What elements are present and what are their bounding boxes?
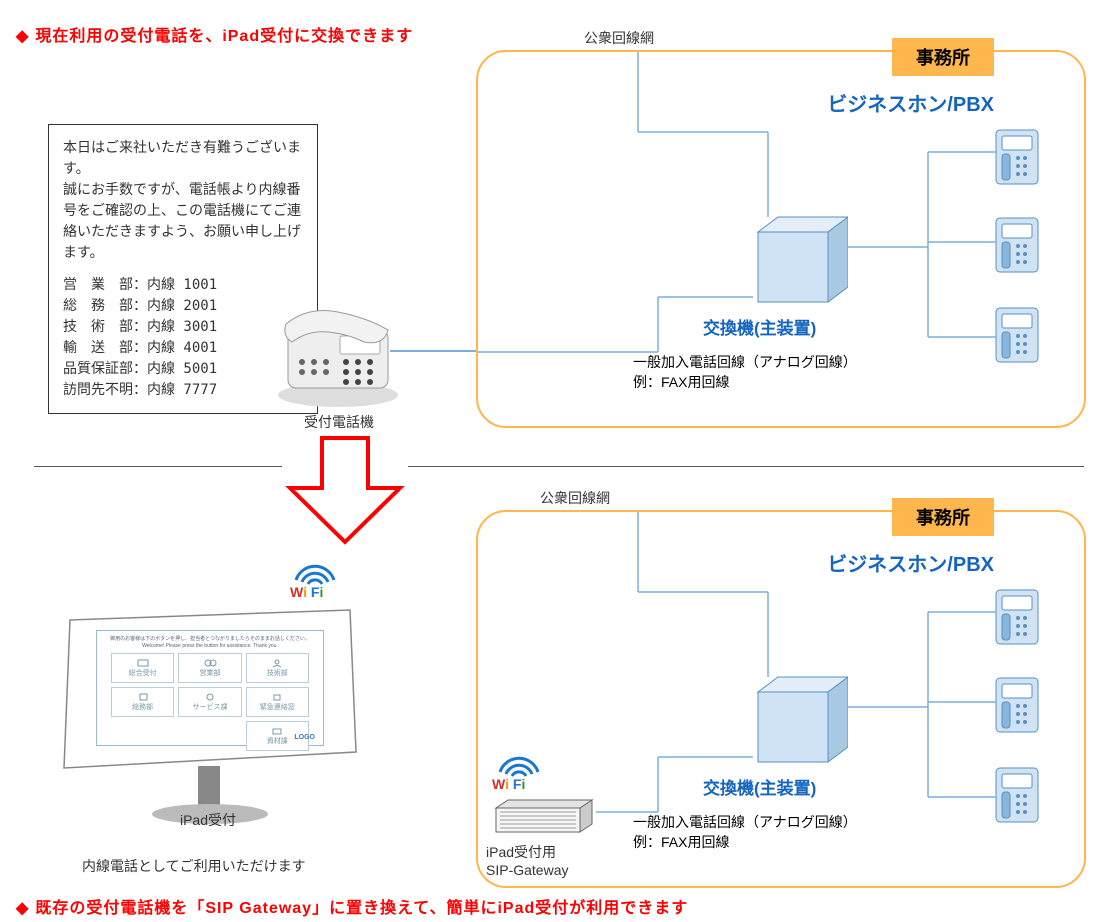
public-line-label-bottom: 公衆回線網: [540, 488, 610, 508]
office-box-bottom: 事務所 ビジネスホン/PBX 交換機(主装置) Wi Fi: [476, 510, 1086, 888]
ipad-btn: 営業部: [178, 653, 241, 683]
ext-row: 技 術 部：内線 3001: [63, 317, 303, 338]
ipad-header-en: Welcome! Please press the button for ass…: [97, 643, 323, 649]
ipad-btn: 総務部: [111, 687, 174, 717]
phone-icon-3: [992, 764, 1042, 824]
ipad-btn: 緊急連絡窓: [246, 687, 309, 717]
analog-line-note-top: 一般加入電話回線（アナログ回線） 例：FAX用回線: [633, 352, 857, 392]
divider-left: [34, 466, 282, 467]
diamond-icon: ◆: [16, 28, 29, 45]
ext-row: 営 業 部：内線 1001: [63, 275, 303, 296]
ipad-screen: 御用のお客様は下のボタンを押し、担当者とつながりましたらそのままお話しください。…: [96, 630, 324, 746]
office-tag: 事務所: [892, 38, 994, 76]
wifi-label-ipad: Wi Fi: [290, 584, 323, 600]
ipad-btn: 総合受付: [111, 653, 174, 683]
reception-phone-icon: [268, 300, 408, 410]
ipad-header-jp: 御用のお客様は下のボタンを押し、担当者とつながりましたらそのままお話しください。: [101, 635, 319, 642]
exchange-label-bottom: 交換機(主装置): [703, 774, 816, 799]
phone-icon-3: [992, 304, 1042, 364]
pbx-icon: [748, 212, 838, 292]
ipad-btn: サービス課: [178, 687, 241, 717]
pbx-icon: [748, 672, 838, 752]
divider-right: [408, 466, 1084, 467]
headline-top-text: 現在利用の受付電話を、iPad受付に交換できます: [35, 28, 413, 45]
reception-phone-label: 受付電話機: [304, 412, 374, 432]
ext-row: 総 務 部：内線 2001: [63, 296, 303, 317]
analog-line-note-bottom: 一般加入電話回線（アナログ回線） 例：FAX用回線: [633, 812, 857, 852]
public-line-label-top: 公衆回線網: [584, 28, 654, 48]
headline-bottom-text: 既存の受付電話機を「SIP Gateway」に置き換えて、簡単にiPad受付が利…: [35, 900, 688, 917]
ipad-btn: 技術部: [246, 653, 309, 683]
headline-bottom: ◆ 既存の受付電話機を「SIP Gateway」に置き換えて、簡単にiPad受付が…: [16, 894, 688, 918]
ipad-logo: LOGO: [294, 734, 315, 741]
headline-top: ◆ 現在利用の受付電話を、iPad受付に交換できます: [16, 22, 413, 46]
ipad-note: 内線電話としてご利用いただけます: [82, 856, 306, 876]
ipad-label: iPad受付: [118, 810, 298, 830]
phone-icon-2: [992, 674, 1042, 734]
ext-row: 訪問先不明：内線 7777: [63, 380, 303, 401]
phone-icon-1: [992, 126, 1042, 186]
ext-row: 輸 送 部：内線 4001: [63, 338, 303, 359]
diamond-icon: ◆: [16, 900, 29, 917]
office-box-top: 事務所 ビジネスホン/PBX 交換機(主装置) 一般加入電話: [476, 50, 1086, 428]
phone-icon-1: [992, 586, 1042, 646]
wifi-label-sip: Wi Fi: [492, 776, 525, 792]
ipad-device: 御用のお客様は下のボタンを押し、担当者とつながりましたらそのままお話しください。…: [60, 602, 360, 802]
office-tag: 事務所: [892, 498, 994, 536]
phone-icon-2: [992, 214, 1042, 274]
sip-gateway-icon: [488, 796, 598, 842]
sign-intro1: 本日はご来社いただき有難うございます。: [63, 137, 303, 179]
exchange-label-top: 交換機(主装置): [703, 314, 816, 339]
pbx-title: ビジネスホン/PBX: [827, 548, 994, 577]
ext-row: 品質保証部：内線 5001: [63, 359, 303, 380]
sip-label: iPad受付用 SIP-Gateway: [486, 842, 568, 878]
pbx-title: ビジネスホン/PBX: [827, 88, 994, 117]
sign-intro2: 誠にお手数ですが、電話帳より内線番号をご確認の上、この電話機にてご連絡いただきま…: [63, 179, 303, 263]
arrow-down-icon: [282, 430, 408, 553]
